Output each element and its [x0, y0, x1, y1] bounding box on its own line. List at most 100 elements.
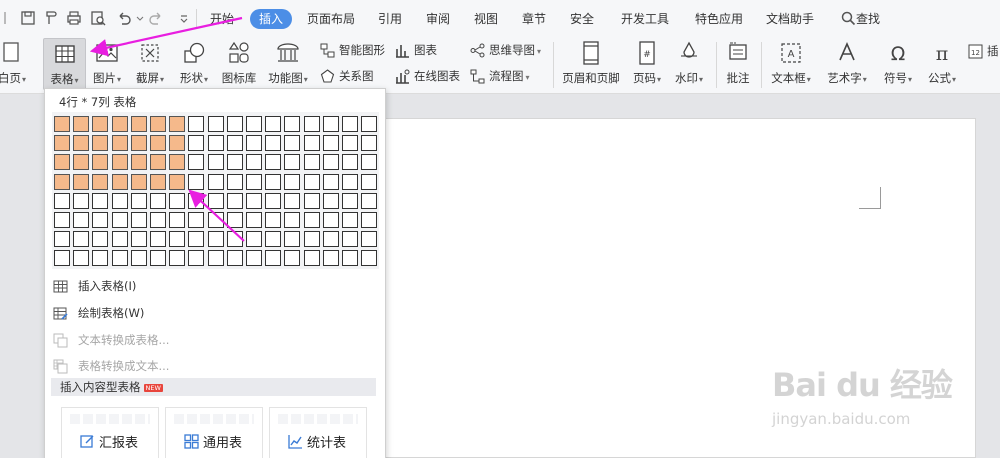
grid-cell[interactable] — [265, 192, 282, 209]
textbox-button[interactable]: A 文本框▾ — [766, 38, 816, 90]
grid-cell[interactable] — [226, 250, 243, 267]
comment-button[interactable]: 批注 — [721, 38, 755, 90]
grid-cell[interactable] — [207, 135, 224, 152]
flowchart-button[interactable]: 流程图 ▾ — [470, 67, 530, 85]
grid-cell[interactable] — [73, 231, 90, 248]
grid-cell-selected[interactable] — [54, 135, 70, 152]
grid-cell[interactable] — [303, 116, 320, 132]
mind-map-button[interactable]: 思维导图 ▾ — [470, 41, 541, 59]
grid-cell-selected[interactable] — [92, 116, 109, 132]
grid-cell[interactable] — [322, 135, 339, 152]
template-statistics-table[interactable]: 统计表 — [269, 407, 367, 458]
icon-library-button[interactable]: 图标库 — [219, 38, 259, 90]
grid-cell[interactable] — [342, 135, 358, 152]
grid-cell[interactable] — [322, 212, 339, 228]
grid-cell[interactable] — [361, 212, 378, 228]
grid-cell[interactable] — [73, 212, 90, 228]
grid-cell[interactable] — [361, 116, 378, 132]
grid-cell[interactable] — [284, 212, 301, 228]
grid-cell-selected[interactable] — [111, 135, 128, 152]
grid-cell[interactable] — [246, 135, 262, 152]
grid-cell[interactable] — [284, 173, 301, 190]
page-number-button[interactable]: # 页码▾ — [628, 38, 666, 90]
chart-button[interactable]: 图表 — [395, 41, 437, 59]
grid-cell[interactable] — [130, 212, 147, 228]
grid-cell[interactable] — [188, 231, 205, 248]
grid-cell[interactable] — [361, 250, 378, 267]
grid-cell[interactable] — [188, 154, 205, 171]
menu-references[interactable]: 引用 — [378, 9, 402, 29]
grid-cell[interactable] — [322, 250, 339, 267]
grid-cell[interactable] — [303, 173, 320, 190]
grid-cell[interactable] — [246, 116, 262, 132]
grid-cell[interactable] — [342, 212, 358, 228]
grid-cell[interactable] — [246, 250, 262, 267]
text-to-table-item[interactable]: 文本转换成表格... — [53, 329, 169, 351]
smart-art-button[interactable]: 智能图形 — [320, 41, 385, 59]
grid-cell[interactable] — [150, 212, 166, 228]
grid-cell[interactable] — [265, 173, 282, 190]
grid-cell[interactable] — [226, 231, 243, 248]
grid-cell[interactable] — [265, 231, 282, 248]
grid-cell[interactable] — [92, 212, 109, 228]
grid-cell-selected[interactable] — [111, 173, 128, 190]
grid-cell-selected[interactable] — [130, 135, 147, 152]
redo-icon[interactable] — [148, 10, 164, 26]
grid-cell[interactable] — [226, 192, 243, 209]
quick-access-dropdown-icon[interactable] — [176, 10, 188, 26]
grid-cell-selected[interactable] — [169, 135, 186, 152]
undo-icon[interactable] — [116, 10, 132, 26]
grid-cell[interactable] — [265, 154, 282, 171]
grid-cell[interactable] — [111, 231, 128, 248]
grid-cell-selected[interactable] — [73, 135, 90, 152]
grid-cell[interactable] — [342, 192, 358, 209]
grid-cell[interactable] — [303, 154, 320, 171]
grid-cell[interactable] — [188, 250, 205, 267]
relation-map-button[interactable]: 关系图 — [320, 67, 374, 85]
grid-cell[interactable] — [361, 192, 378, 209]
template-report-table[interactable]: 汇报表 — [61, 407, 159, 458]
menu-insert[interactable]: 插入 — [250, 9, 293, 29]
grid-cell[interactable] — [265, 116, 282, 132]
grid-cell[interactable] — [188, 135, 205, 152]
insert-table-item[interactable]: 插入表格(I) — [53, 275, 136, 297]
grid-cell[interactable] — [54, 231, 70, 248]
grid-cell-selected[interactable] — [92, 173, 109, 190]
grid-cell[interactable] — [130, 231, 147, 248]
header-footer-button[interactable]: 页眉和页脚 — [558, 38, 624, 90]
screenshot-button[interactable]: 截屏▾ — [131, 38, 169, 90]
menu-security[interactable]: 安全 — [570, 9, 594, 29]
print-preview-icon[interactable] — [90, 10, 106, 26]
grid-cell[interactable] — [303, 250, 320, 267]
grid-cell[interactable] — [111, 192, 128, 209]
grid-cell[interactable] — [207, 212, 224, 228]
shapes-button[interactable]: 形状▾ — [175, 38, 213, 90]
grid-cell[interactable] — [284, 250, 301, 267]
grid-cell[interactable] — [226, 154, 243, 171]
table-to-text-item[interactable]: 表格转换成文本... — [53, 355, 169, 377]
grid-cell[interactable] — [188, 173, 205, 190]
menu-view[interactable]: 视图 — [474, 9, 498, 29]
grid-cell[interactable] — [226, 212, 243, 228]
grid-cell[interactable] — [361, 154, 378, 171]
grid-cell[interactable] — [150, 250, 166, 267]
grid-cell[interactable] — [226, 173, 243, 190]
grid-cell[interactable] — [303, 212, 320, 228]
word-art-button[interactable]: 艺术字▾ — [822, 38, 872, 90]
menu-start[interactable]: 开始 — [210, 9, 234, 29]
grid-cell-selected[interactable] — [169, 154, 186, 171]
grid-cell[interactable] — [322, 154, 339, 171]
grid-cell[interactable] — [303, 135, 320, 152]
grid-cell[interactable] — [246, 173, 262, 190]
grid-cell[interactable] — [361, 231, 378, 248]
print-icon[interactable] — [66, 10, 82, 26]
save-icon[interactable] — [20, 10, 36, 26]
online-chart-button[interactable]: 在线图表 — [395, 67, 460, 85]
grid-cell[interactable] — [303, 231, 320, 248]
symbol-button[interactable]: Ω 符号▾ — [877, 38, 919, 90]
grid-cell[interactable] — [284, 116, 301, 132]
picture-button[interactable]: 图片▾ — [88, 38, 126, 90]
grid-cell[interactable] — [188, 212, 205, 228]
grid-cell[interactable] — [322, 116, 339, 132]
grid-cell[interactable] — [342, 116, 358, 132]
